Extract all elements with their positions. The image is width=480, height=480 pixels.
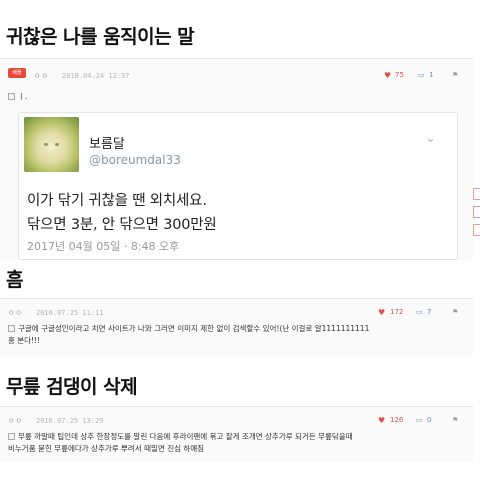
comment-panel-2: ㅇㅇ 2016.07.25 11:11 ♥ 172 ▭ 7 ⚑ 구글에 구글성인… xyxy=(0,298,473,356)
comment-panel-3: ㅇㅇ 2016.07.25 13:29 ♥ 126 ▭ 0 ⚑ 무릎 까말때 팁… xyxy=(0,406,473,462)
comment-bullet-icon xyxy=(8,325,15,332)
comment-date: 2016.07.25 11:11 xyxy=(36,309,104,317)
tweet-handle: @boreumdal33 xyxy=(89,153,181,167)
comment-meta-1: ㅇㅇ 2018.04.24 12:37 ♥ 75 ▭ 1 ⚑ xyxy=(0,67,473,85)
like-count: 172 xyxy=(390,308,404,316)
comment-date: 2016.07.25 13:29 xyxy=(36,417,104,425)
tweet-avatar xyxy=(24,117,79,172)
like-count: 75 xyxy=(395,71,404,79)
reply-count: 0 xyxy=(427,416,432,424)
tweet-name: 보름달 xyxy=(89,137,125,152)
reply-count: 1 xyxy=(429,71,434,79)
comment-bullet-icon xyxy=(8,433,15,440)
like-icon[interactable]: ♥ xyxy=(378,416,385,425)
print-icon[interactable] xyxy=(473,224,480,236)
reply-icon[interactable]: ▭ xyxy=(418,71,425,79)
like-icon[interactable]: ♥ xyxy=(378,308,385,317)
section-heading-3: 무릎 검댕이 삭제 xyxy=(6,376,138,398)
chevron-down-icon[interactable]: ⌄ xyxy=(425,131,436,146)
comment-date: 2018.04.24 12:37 xyxy=(62,72,130,80)
section-heading-2: 흠 xyxy=(6,269,23,291)
comment-text-1: ㅣ. xyxy=(8,91,27,103)
comment-text-3: 무릎 까말때 팁인데 상추 한장정도를 말린 다음에 후라이팬에 볶고 잘게 조… xyxy=(8,432,353,453)
reply-icon[interactable]: ▭ xyxy=(416,308,423,316)
best-badge: 베플 xyxy=(8,68,26,78)
share-icon[interactable] xyxy=(473,188,480,200)
scrap-icon[interactable] xyxy=(473,206,480,218)
comment-meta-3: ㅇㅇ 2016.07.25 13:29 ♥ 126 ▭ 0 ⚑ xyxy=(0,412,473,430)
tweet-line-2: 닦으면 3분, 안 닦으면 300만원 xyxy=(27,217,217,233)
user-dots: ㅇㅇ xyxy=(8,417,23,425)
user-dots: ㅇㅇ xyxy=(8,309,23,317)
section-heading-1: 귀찮은 나를 움직이는 말 xyxy=(6,26,195,48)
comment-text-2: 구글에 구글성인이라고 치면 사이트가 나와 그러면 이미지 제한 없이 검색할… xyxy=(8,324,370,345)
report-icon[interactable]: ⚑ xyxy=(452,416,458,424)
reply-icon[interactable]: ▭ xyxy=(416,416,423,424)
report-icon[interactable]: ⚑ xyxy=(452,71,458,79)
user-dots: ㅇㅇ xyxy=(34,72,49,80)
side-share-icons[interactable] xyxy=(473,188,480,242)
like-icon[interactable]: ♥ xyxy=(384,71,391,80)
report-icon[interactable]: ⚑ xyxy=(452,308,458,316)
comment-meta-2: ㅇㅇ 2016.07.25 11:11 ♥ 172 ▭ 7 ⚑ xyxy=(0,304,473,322)
like-count: 126 xyxy=(390,416,404,424)
comment-bullet-icon xyxy=(8,93,15,100)
tweet-date: 2017년 04월 05일 · 8:48 오후 xyxy=(27,240,180,253)
tweet-line-1: 이가 닦기 귀찮을 땐 외치세요. xyxy=(27,193,207,209)
embedded-tweet: 보름달 @boreumdal33 ⌄ 이가 닦기 귀찮을 땐 외치세요. 닦으면… xyxy=(18,112,458,260)
reply-count: 7 xyxy=(427,308,432,316)
